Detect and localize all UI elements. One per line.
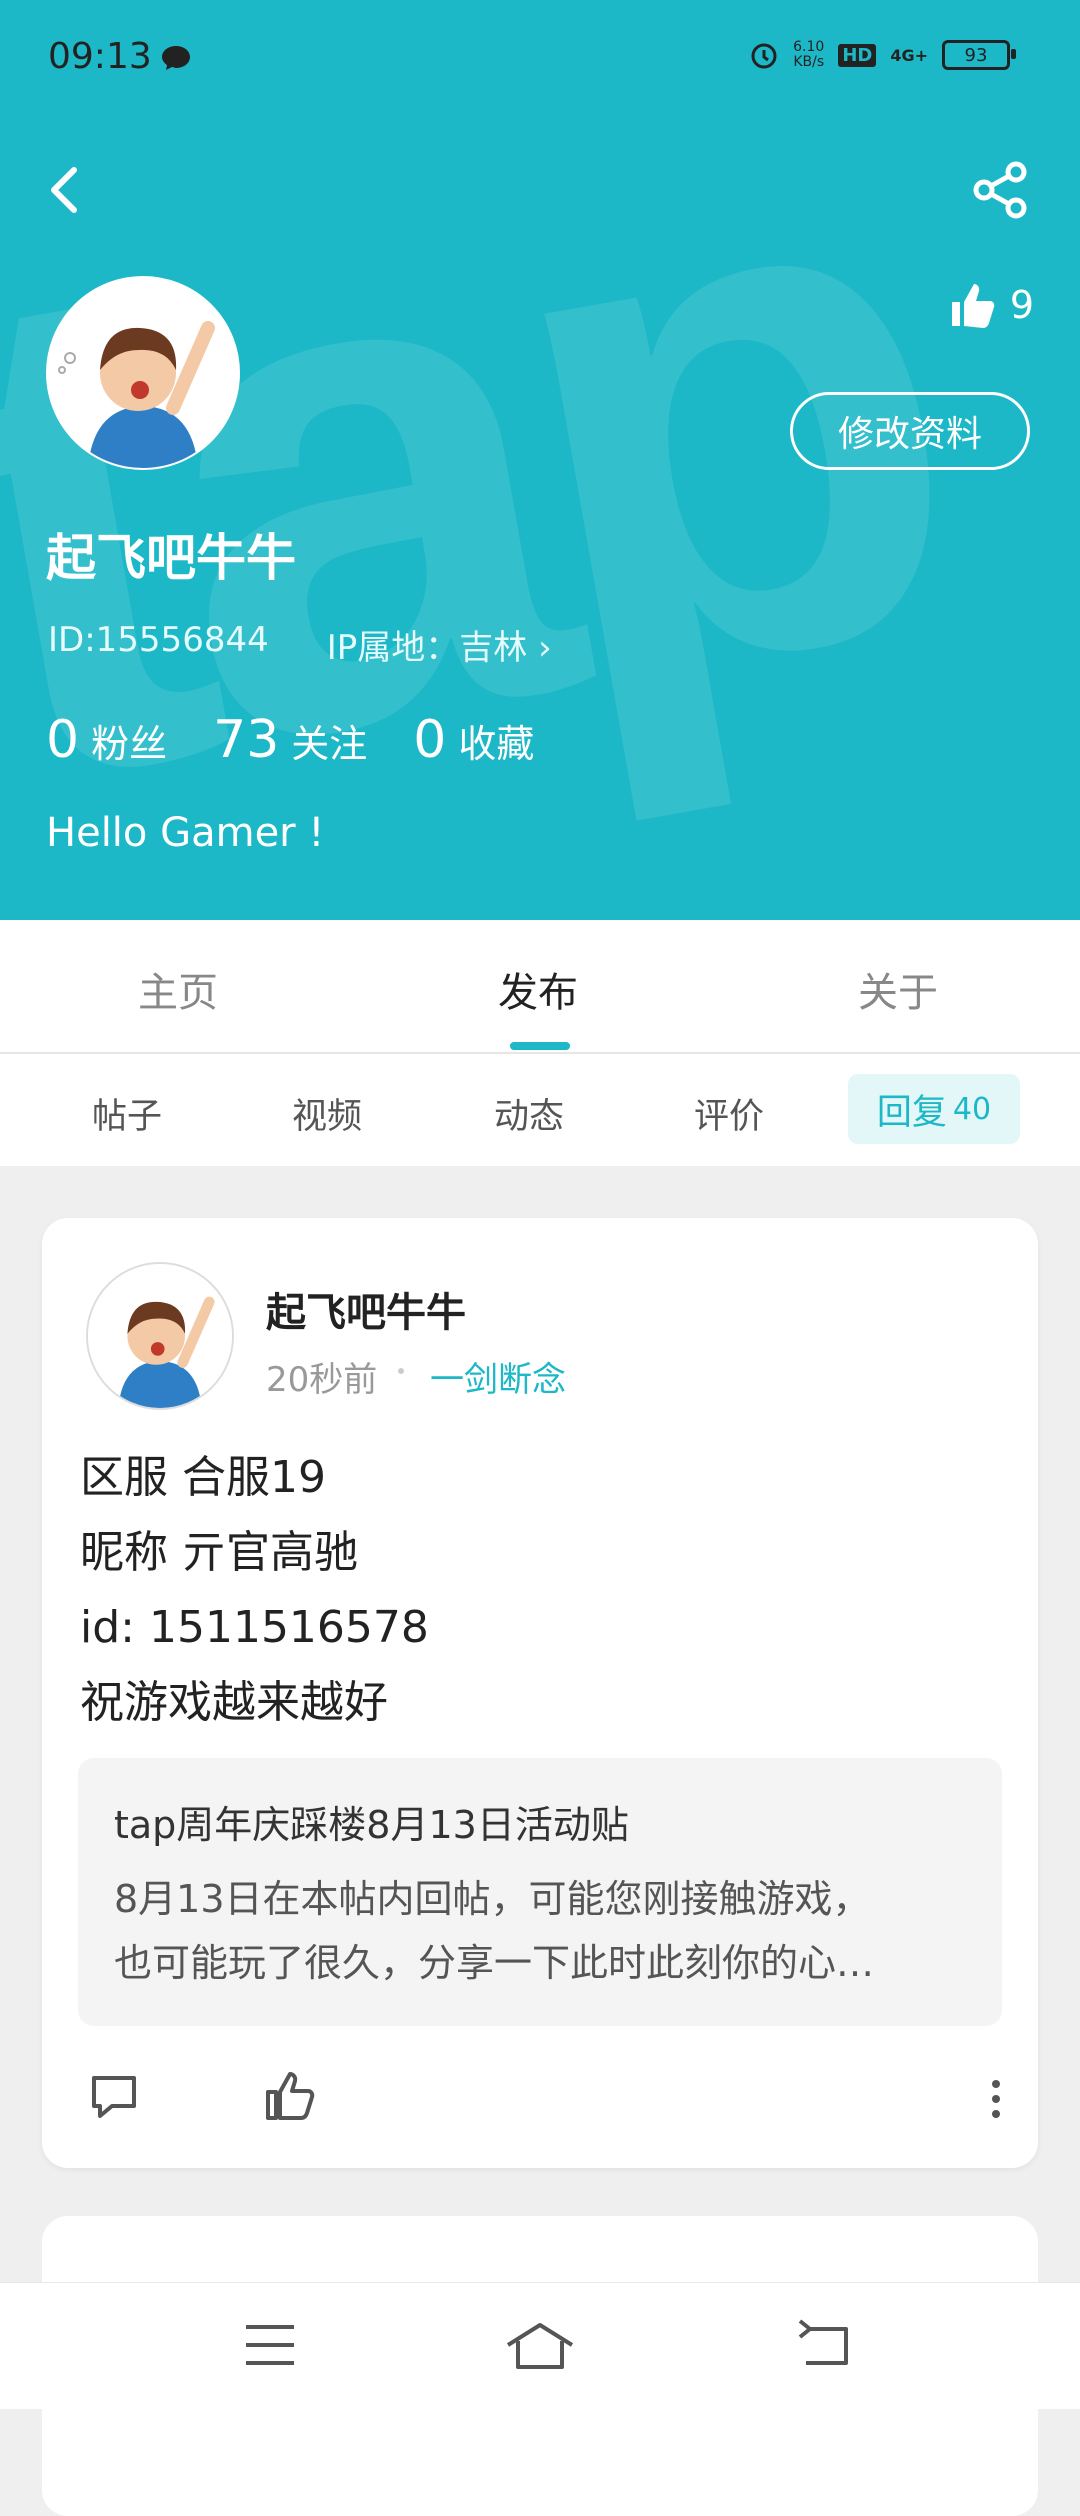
- share-button[interactable]: [970, 160, 1030, 220]
- stat-favorites[interactable]: 0 收藏: [413, 710, 534, 770]
- like-icon[interactable]: [262, 2068, 318, 2124]
- post-author-avatar[interactable]: [86, 1262, 234, 1410]
- back-nav-icon[interactable]: [796, 2319, 852, 2371]
- status-time: 09:13: [48, 36, 152, 77]
- status-bar: 09:13 6.10 KB/s HD 4G+ 93: [0, 0, 1080, 120]
- avatar-illustration: [48, 278, 238, 468]
- post-card[interactable]: 起飞吧牛牛 20秒前 一剑断念 区服 合服19 昵称 亓官高驰 id: 1511…: [42, 1218, 1038, 2168]
- tab-posts[interactable]: 发布: [498, 960, 578, 1018]
- like-count: 9: [1009, 283, 1034, 327]
- back-button[interactable]: [40, 160, 90, 220]
- thumbs-up-icon: [951, 284, 995, 328]
- profile-meta: ID:15556844 IP属地：吉林 ›: [48, 620, 552, 669]
- subtab-replies[interactable]: 回复 40: [848, 1074, 1020, 1144]
- subtab-reviews[interactable]: 评价: [694, 1088, 764, 1139]
- stat-followers[interactable]: 0 粉丝: [46, 710, 167, 770]
- message-icon: [162, 46, 190, 70]
- chevron-right-icon: ›: [538, 628, 552, 668]
- quoted-thread-excerpt: 8月13日在本帖内回帖，可能您刚接触游戏， 也可能玩了很久，分享一下此时此刻你的…: [114, 1877, 875, 1985]
- profile-tabs: 主页 发布 关于: [0, 920, 1080, 1054]
- username: 起飞吧牛牛: [46, 529, 296, 587]
- post-game-link[interactable]: 一剑断念: [430, 1352, 566, 1401]
- system-nav-bar: [0, 2282, 1080, 2409]
- profile-header: tap 09:13 6.10 KB/s HD 4G+ 93 9 修改资料 起飞吧…: [0, 0, 1080, 920]
- subtab-videos[interactable]: 视频: [292, 1088, 362, 1139]
- edit-profile-button[interactable]: 修改资料: [790, 392, 1030, 470]
- profile-stats: 0 粉丝 73 关注 0 收藏: [46, 710, 534, 770]
- tab-about[interactable]: 关于: [858, 960, 938, 1018]
- tab-indicator: [510, 1042, 570, 1050]
- menu-icon[interactable]: [242, 2319, 298, 2371]
- more-options-icon[interactable]: [986, 2074, 1006, 2124]
- avatar[interactable]: [46, 276, 240, 470]
- home-icon[interactable]: [504, 2319, 576, 2371]
- net-speed: 6.10 KB/s: [793, 39, 825, 70]
- quoted-thread[interactable]: tap周年庆踩楼8月13日活动贴 8月13日在本帖内回帖，可能您刚接触游戏， 也…: [78, 1758, 1002, 2026]
- signal-indicator: 4G+: [890, 45, 928, 65]
- post-actions: [86, 2068, 1006, 2128]
- post-time: 20秒前: [266, 1360, 378, 1400]
- user-id: ID:15556844: [48, 620, 269, 660]
- alarm-icon: [751, 43, 777, 69]
- battery-icon: 93: [942, 40, 1016, 70]
- subtab-threads[interactable]: 帖子: [92, 1088, 162, 1139]
- status-right: 6.10 KB/s HD 4G+ 93: [749, 39, 1016, 70]
- ip-location[interactable]: IP属地：吉林 ›: [327, 620, 552, 669]
- hd-badge: HD: [838, 43, 877, 67]
- avatar-illustration: [88, 1264, 232, 1408]
- tab-home[interactable]: 主页: [138, 960, 218, 1018]
- separator-dot: [398, 1368, 404, 1374]
- comment-icon[interactable]: [86, 2068, 142, 2124]
- subtab-moments[interactable]: 动态: [494, 1088, 564, 1139]
- post-body: 区服 合服19 昵称 亓官高驰 id: 1511516578 祝游戏越来越好: [80, 1452, 429, 1728]
- post-subtabs: 帖子 视频 动态 评价 回复 40: [0, 1054, 1080, 1166]
- profile-bio: Hello Gamer !: [46, 810, 325, 856]
- like-counter[interactable]: 9: [948, 280, 1034, 330]
- post-author-name[interactable]: 起飞吧牛牛: [266, 1280, 466, 1338]
- stat-following[interactable]: 73 关注: [213, 710, 367, 770]
- quoted-thread-title: tap周年庆踩楼8月13日活动贴: [114, 1803, 629, 1847]
